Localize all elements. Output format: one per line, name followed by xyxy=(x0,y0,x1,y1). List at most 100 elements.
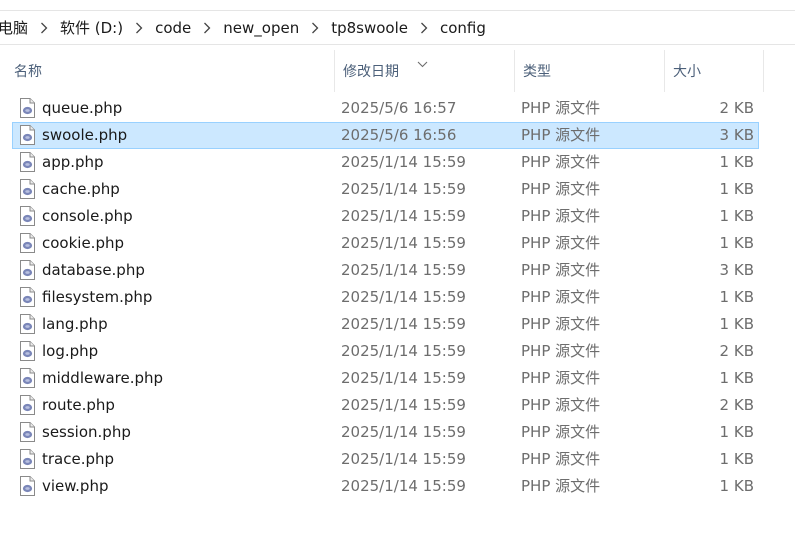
breadcrumb-item-drive-d[interactable]: 软件 (D:) xyxy=(58,17,125,38)
php-file-icon xyxy=(20,422,35,442)
chevron-down-icon xyxy=(417,53,428,72)
breadcrumb-item-config[interactable]: config xyxy=(438,19,488,37)
file-modified-date: 2025/1/14 15:59 xyxy=(341,369,466,387)
file-modified-date: 2025/1/14 15:59 xyxy=(341,261,466,279)
file-modified-date: 2025/1/14 15:59 xyxy=(341,207,466,225)
file-name: cache.php xyxy=(42,180,120,198)
column-header-size[interactable]: 大小 xyxy=(665,50,764,92)
file-size: 1 KB xyxy=(719,207,754,225)
file-type: PHP 源文件 xyxy=(521,423,601,441)
file-type: PHP 源文件 xyxy=(521,180,601,198)
file-type: PHP 源文件 xyxy=(521,288,601,306)
column-header-name[interactable]: 名称 xyxy=(6,50,335,92)
php-file-icon xyxy=(20,341,35,361)
file-type: PHP 源文件 xyxy=(521,450,601,468)
file-name: console.php xyxy=(42,207,133,225)
file-name: route.php xyxy=(42,396,115,414)
file-modified-date: 2025/1/14 15:59 xyxy=(341,288,466,306)
file-row[interactable]: route.php 2025/1/14 15:59 PHP 源文件 2 KB xyxy=(12,392,759,419)
file-row[interactable]: queue.php 2025/5/6 16:57 PHP 源文件 2 KB xyxy=(12,95,759,122)
file-name: session.php xyxy=(42,423,131,441)
file-size: 1 KB xyxy=(719,369,754,387)
breadcrumb-item-new-open[interactable]: new_open xyxy=(221,19,301,37)
php-file-icon xyxy=(20,260,35,280)
file-size: 1 KB xyxy=(719,180,754,198)
file-type: PHP 源文件 xyxy=(521,99,601,117)
breadcrumb-item-code[interactable]: code xyxy=(153,19,193,37)
file-row[interactable]: log.php 2025/1/14 15:59 PHP 源文件 2 KB xyxy=(12,338,759,365)
file-row[interactable]: filesystem.php 2025/1/14 15:59 PHP 源文件 1… xyxy=(12,284,759,311)
file-modified-date: 2025/1/14 15:59 xyxy=(341,234,466,252)
file-row[interactable]: session.php 2025/1/14 15:59 PHP 源文件 1 KB xyxy=(12,419,759,446)
chevron-right-icon[interactable] xyxy=(30,11,58,44)
file-modified-date: 2025/1/14 15:59 xyxy=(341,153,466,171)
file-size: 2 KB xyxy=(719,396,754,414)
file-modified-date: 2025/1/14 15:59 xyxy=(341,477,466,495)
file-size: 1 KB xyxy=(719,315,754,333)
file-name: queue.php xyxy=(42,99,123,117)
file-row[interactable]: app.php 2025/1/14 15:59 PHP 源文件 1 KB xyxy=(12,149,759,176)
file-type: PHP 源文件 xyxy=(521,315,601,333)
file-type: PHP 源文件 xyxy=(521,342,601,360)
file-modified-date: 2025/1/14 15:59 xyxy=(341,180,466,198)
breadcrumb: 电脑 软件 (D:) code new_open tp8swoole confi… xyxy=(0,11,488,44)
column-header-type[interactable]: 类型 xyxy=(515,50,665,92)
file-name: view.php xyxy=(42,477,109,495)
file-type: PHP 源文件 xyxy=(521,153,601,171)
file-name: lang.php xyxy=(42,315,108,333)
file-type: PHP 源文件 xyxy=(521,207,601,225)
file-modified-date: 2025/5/6 16:56 xyxy=(341,126,457,144)
file-name: trace.php xyxy=(42,450,115,468)
file-size: 3 KB xyxy=(719,261,754,279)
file-row[interactable]: database.php 2025/1/14 15:59 PHP 源文件 3 K… xyxy=(12,257,759,284)
file-size: 2 KB xyxy=(719,342,754,360)
file-size: 1 KB xyxy=(719,423,754,441)
address-bar[interactable]: 电脑 软件 (D:) code new_open tp8swoole confi… xyxy=(0,10,795,45)
file-type: PHP 源文件 xyxy=(521,261,601,279)
file-row[interactable]: lang.php 2025/1/14 15:59 PHP 源文件 1 KB xyxy=(12,311,759,338)
file-size: 1 KB xyxy=(719,450,754,468)
file-size: 1 KB xyxy=(719,477,754,495)
file-name: cookie.php xyxy=(42,234,125,252)
breadcrumb-item-tp8swoole[interactable]: tp8swoole xyxy=(329,19,410,37)
file-name: database.php xyxy=(42,261,145,279)
file-modified-date: 2025/5/6 16:57 xyxy=(341,99,457,117)
php-file-icon xyxy=(20,206,35,226)
chevron-right-icon[interactable] xyxy=(193,11,221,44)
php-file-icon xyxy=(20,368,35,388)
chevron-right-icon[interactable] xyxy=(125,11,153,44)
file-name: filesystem.php xyxy=(42,288,153,306)
file-type: PHP 源文件 xyxy=(521,396,601,414)
file-modified-date: 2025/1/14 15:59 xyxy=(341,342,466,360)
file-name: app.php xyxy=(42,153,104,171)
file-size: 3 KB xyxy=(719,126,754,144)
file-size: 1 KB xyxy=(719,288,754,306)
column-header: 名称 修改日期 类型 大小 xyxy=(0,50,795,92)
file-type: PHP 源文件 xyxy=(521,234,601,252)
file-name: swoole.php xyxy=(42,126,128,144)
file-row[interactable]: view.php 2025/1/14 15:59 PHP 源文件 1 KB xyxy=(12,473,759,500)
chevron-right-icon[interactable] xyxy=(410,11,438,44)
php-file-icon xyxy=(20,449,35,469)
file-modified-date: 2025/1/14 15:59 xyxy=(341,315,466,333)
file-row[interactable]: cookie.php 2025/1/14 15:59 PHP 源文件 1 KB xyxy=(12,230,759,257)
breadcrumb-item-computer[interactable]: 电脑 xyxy=(0,17,30,38)
file-row[interactable]: middleware.php 2025/1/14 15:59 PHP 源文件 1… xyxy=(12,365,759,392)
php-file-icon xyxy=(20,287,35,307)
file-name: log.php xyxy=(42,342,99,360)
php-file-icon xyxy=(20,179,35,199)
file-row[interactable]: cache.php 2025/1/14 15:59 PHP 源文件 1 KB xyxy=(12,176,759,203)
php-file-icon xyxy=(20,395,35,415)
file-modified-date: 2025/1/14 15:59 xyxy=(341,396,466,414)
file-modified-date: 2025/1/14 15:59 xyxy=(341,423,466,441)
file-type: PHP 源文件 xyxy=(521,477,601,495)
php-file-icon xyxy=(20,98,35,118)
file-size: 1 KB xyxy=(719,153,754,171)
file-row[interactable]: trace.php 2025/1/14 15:59 PHP 源文件 1 KB xyxy=(12,446,759,473)
chevron-right-icon[interactable] xyxy=(301,11,329,44)
php-file-icon xyxy=(20,314,35,334)
file-row[interactable]: console.php 2025/1/14 15:59 PHP 源文件 1 KB xyxy=(12,203,759,230)
file-type: PHP 源文件 xyxy=(521,369,601,387)
file-row[interactable]: swoole.php 2025/5/6 16:56 PHP 源文件 3 KB xyxy=(12,122,759,149)
file-size: 2 KB xyxy=(719,99,754,117)
